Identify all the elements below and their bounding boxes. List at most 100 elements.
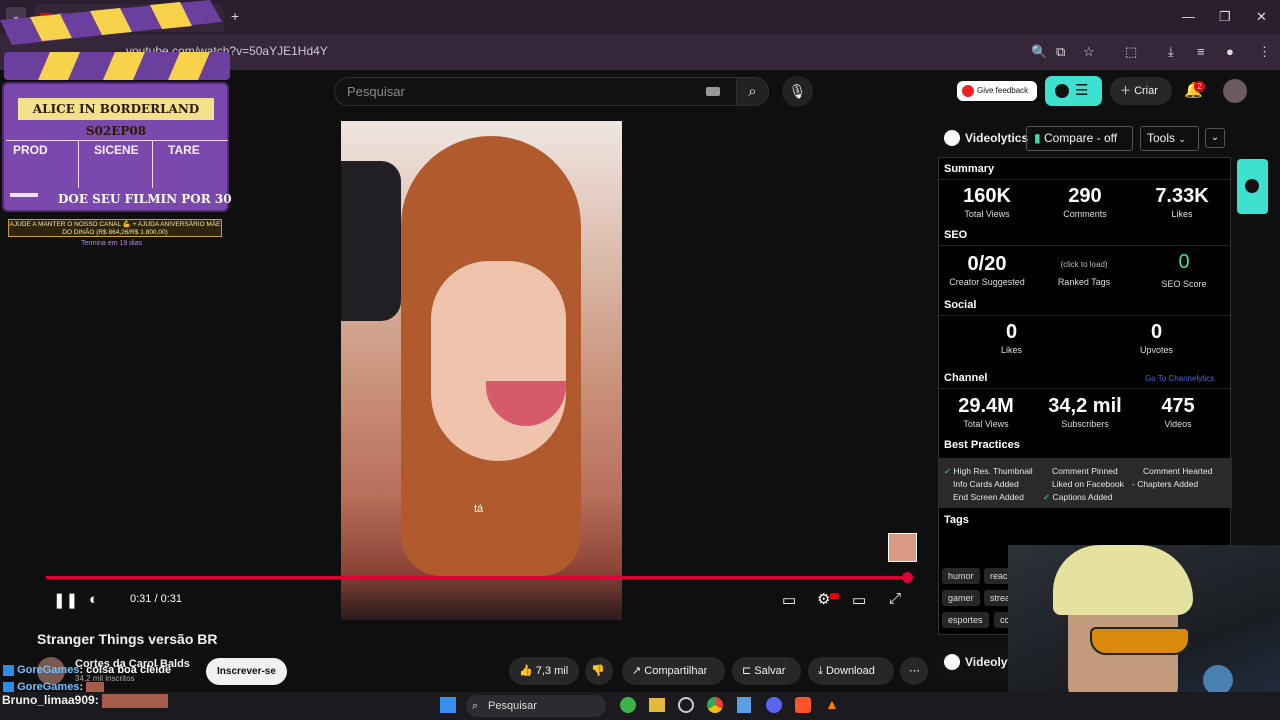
plus-icon: ＋	[1120, 85, 1131, 97]
media-control-icon[interactable]: ≡	[1197, 44, 1205, 59]
compare-toggle[interactable]: ▮ Compare - off	[1026, 126, 1133, 151]
caption-text: tá	[474, 503, 484, 515]
tag-chip[interactable]: esportes	[942, 612, 989, 628]
bookmark-star-icon[interactable]: ☆	[1083, 44, 1095, 60]
creator-suggested-value: 0/20	[967, 253, 1007, 275]
keyboard-icon[interactable]	[706, 87, 720, 96]
extensions-icon[interactable]: ⬚	[1125, 44, 1137, 60]
search-input[interactable]: Pesquisar	[347, 84, 405, 99]
videolytics-side-tab[interactable]	[1237, 159, 1268, 214]
bar-chart-icon: ▮	[1034, 131, 1041, 145]
progress-fill	[46, 576, 908, 579]
chat-username: Bruno_limaa909	[2, 693, 95, 707]
windows-start-icon[interactable]	[440, 697, 456, 713]
seo-score-value: 0	[1178, 251, 1190, 273]
progress-scrubber[interactable]	[902, 572, 913, 583]
channel-subscribers-label: Subscribers	[1061, 419, 1109, 429]
chevron-down-icon: ⌄	[1210, 132, 1220, 143]
best-practice-item: Liked on Facebook	[1052, 479, 1124, 489]
subtitles-icon[interactable]: ▭	[782, 591, 796, 609]
profile-icon[interactable]: ●	[1226, 44, 1234, 59]
videolytics-toggle-button[interactable]: ☰	[1045, 76, 1102, 106]
clapper-col-prod: PROD	[13, 143, 48, 157]
best-practice-label: Captions Added	[1052, 492, 1113, 502]
theater-mode-icon[interactable]: ▭	[852, 591, 866, 609]
best-practice-label: Comment Hearted	[1143, 466, 1213, 476]
file-explorer-icon[interactable]	[649, 698, 665, 712]
voice-search-button[interactable]: 🎙	[782, 76, 813, 107]
download-button[interactable]: ⤓ Download	[808, 657, 894, 685]
videolytics-badge-icon	[1055, 84, 1069, 98]
videolytics-logo-icon	[962, 85, 974, 97]
taskbar-app-icon[interactable]	[620, 697, 636, 713]
vlc-icon[interactable]: ▲	[825, 696, 839, 712]
go-to-channelytics-link[interactable]: Go To Channelytics	[1145, 374, 1214, 383]
best-practice-item: ✓ High Res. Thumbnail	[944, 466, 1033, 477]
chat-emote	[102, 693, 169, 708]
fullscreen-icon[interactable]: ⤢	[889, 590, 901, 607]
dislike-button[interactable]: 👎	[585, 657, 613, 685]
browser-menu-icon[interactable]: ⋮	[1258, 44, 1271, 60]
taskbar-search[interactable]: ⌕ Pesquisar	[466, 695, 606, 717]
chat-platform-icon	[3, 681, 14, 693]
tag-chip[interactable]: humor	[942, 568, 980, 584]
likes-label: Likes	[1171, 209, 1193, 219]
chrome-icon[interactable]	[707, 697, 723, 713]
clapper-mark	[10, 193, 38, 197]
like-button[interactable]: 👍 7,3 mil	[509, 657, 579, 685]
seo-heading: SEO	[944, 229, 968, 241]
channel-views-value: 29.4M	[958, 395, 1014, 417]
minimize-icon[interactable]: —	[1182, 9, 1195, 24]
collapse-panel-button[interactable]: ⌄	[1205, 128, 1225, 148]
search-icon: ⌕	[472, 700, 479, 712]
share-label: Compartilhar	[644, 665, 708, 677]
creator-suggested-label: Creator Suggested	[949, 277, 1025, 287]
share-icon: ↗	[632, 665, 642, 677]
channel-subscribers-value: 34,2 mil	[1048, 395, 1122, 417]
tag-chip[interactable]: gamer	[942, 590, 980, 606]
volume-icon[interactable]: ◐	[89, 591, 98, 608]
search-button[interactable]: ⌕	[737, 77, 769, 106]
channel-videos-value: 475	[1161, 395, 1195, 417]
share-button[interactable]: ↗ Compartilhar	[622, 657, 725, 685]
subscribe-button[interactable]: Inscrever-se	[206, 658, 287, 685]
brave-icon[interactable]	[795, 697, 811, 713]
pause-icon[interactable]: ❚❚	[53, 591, 78, 609]
best-practice-label: End Screen Added	[953, 492, 1024, 502]
channel-watermark-thumbnail[interactable]	[888, 533, 917, 562]
install-app-icon[interactable]: ⧉	[1056, 44, 1065, 60]
chat-emote	[86, 681, 105, 693]
compare-label: Compare - off	[1043, 131, 1118, 145]
taskbar-app-icon[interactable]	[678, 697, 694, 713]
search-box[interactable]: Pesquisar	[334, 77, 737, 106]
save-button[interactable]: ⊏ Salvar	[732, 657, 801, 685]
maximize-icon[interactable]: ❐	[1219, 9, 1231, 25]
chair-shape	[341, 161, 401, 321]
ranked-tags-load-link[interactable]: (click to load)	[1044, 260, 1124, 269]
notepad-icon[interactable]	[737, 697, 751, 713]
downloads-icon[interactable]: ⤓	[1168, 44, 1174, 60]
tags-heading: Tags	[944, 514, 969, 526]
discord-icon[interactable]	[766, 697, 782, 713]
comments-label: Comments	[1063, 209, 1107, 219]
close-icon[interactable]: ✕	[1256, 9, 1267, 25]
like-count: 7,3 mil	[535, 665, 569, 677]
videolytics-footer-card: Videolytics	[938, 648, 1028, 678]
more-actions-button[interactable]: ⋯	[900, 657, 928, 685]
thumbs-down-icon: 👎	[591, 665, 605, 677]
clapper-col-take: TARE	[168, 143, 200, 157]
hd-badge	[830, 593, 839, 599]
save-label: Salvar	[754, 665, 786, 677]
create-button[interactable]: ＋ Criar	[1110, 77, 1172, 105]
download-label: Download	[825, 665, 875, 677]
video-frame[interactable]: tá	[341, 121, 622, 620]
new-tab-icon[interactable]: +	[231, 8, 239, 24]
give-feedback-button[interactable]: Give feedback	[957, 81, 1037, 101]
tools-dropdown[interactable]: Tools ⌄	[1140, 126, 1199, 151]
zoom-icon[interactable]: 🔍	[1031, 44, 1047, 60]
clapperboard-overlay: ALICE IN BORDERLAND S02EP08 PROD SICENE …	[0, 0, 232, 214]
clapper-col-scene: SICENE	[94, 143, 139, 157]
settings-gear-icon[interactable]: ⚙	[817, 590, 830, 608]
upvotes-value: 0	[1150, 321, 1163, 343]
avatar[interactable]	[1223, 79, 1247, 103]
